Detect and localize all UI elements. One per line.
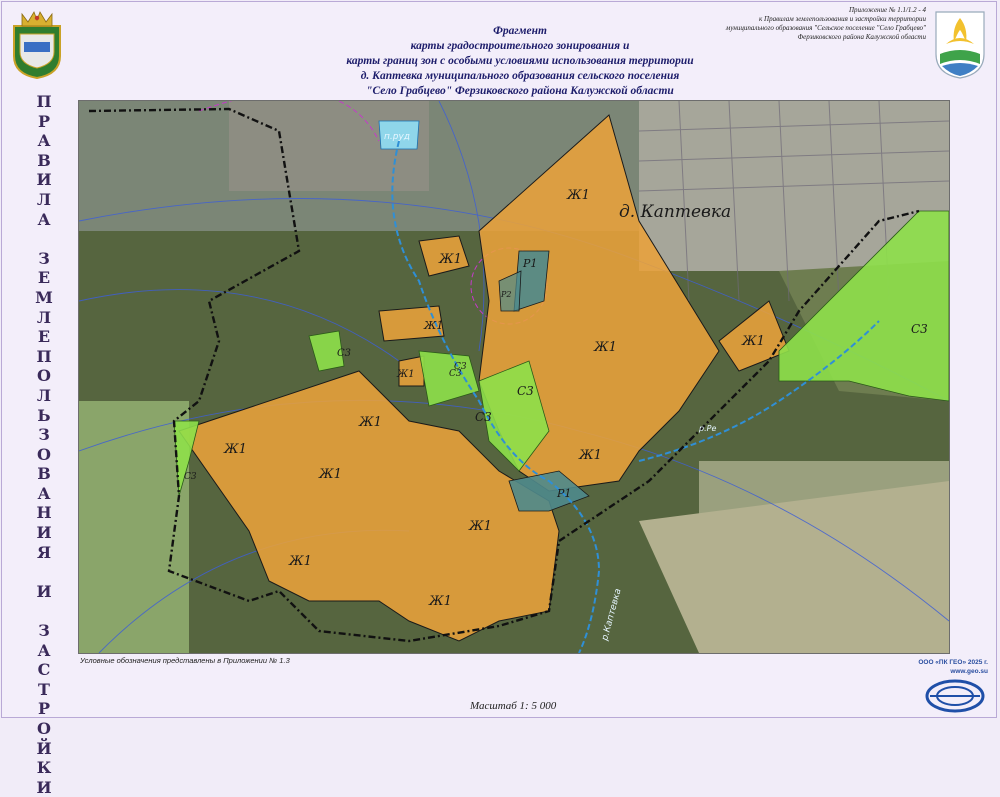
zone-label-s3: С3 [184,472,197,482]
zone-label-zh1: Ж1 [428,594,452,609]
zone-label-zh1: Ж1 [288,554,312,569]
zone-label-zh1: Ж1 [318,467,342,482]
zone-label-zh1: Ж1 [438,252,462,267]
side-title-letter: А [37,131,51,151]
side-title-letter: К [36,758,52,778]
side-title-letter: А [37,640,51,660]
vertical-side-title: ПРАВИЛА ЗЕМЛЕПОЛЬЗОВАНИЯ И ЗАСТРОЙКИ [30,92,58,797]
side-title-letter: П [36,92,52,111]
side-title-letter: З [38,621,50,641]
legend-note: Условные обозначения представлены в Прил… [80,656,290,665]
zone-label-r1: Р1 [522,257,537,270]
side-title-letter: И [36,581,52,601]
zone-label-s3: С3 [911,322,928,336]
pond-label: п.руд [384,132,410,142]
zone-label-zh1: Ж1 [358,415,382,430]
side-title-letter: Л [36,189,52,209]
zoning-map[interactable]: Ж1 Ж1 Ж1 Ж1 Ж1 Ж1 Ж1 Ж1 Ж1 Ж1 Ж1 Ж1 Ж1 Р… [78,100,950,654]
side-title-letter: М [35,287,53,307]
map-scale: Масштаб 1: 5 000 [470,700,557,712]
side-title-letter: П [36,346,52,366]
side-title-letter: О [37,719,51,738]
zone-label-zh1: Ж1 [468,519,492,534]
side-title-letter: Р [37,111,51,131]
company-info: ООО «ПК ГЕО» 2025 г. www.geo.su [918,658,988,676]
side-title-letter: И [36,170,52,190]
side-title-letter: Н [36,503,52,523]
village-emblem [932,8,988,80]
side-title-letter: А [37,209,51,229]
appendix-line: Приложение № 1.1/1.2 - 4 [849,6,926,14]
side-title-letter: В [37,464,51,484]
side-title-letter: Р [37,699,51,719]
side-title-letter: Ь [37,405,51,425]
side-title-letter: Т [38,679,50,699]
zone-label-s3: С3 [454,362,467,372]
zone-label-zh1: Ж1 [566,188,590,203]
side-title-letter: О [37,366,51,386]
zone-label-s3: С3 [475,410,492,424]
side-title-letter: Л [36,307,52,327]
zone-label-zh1: Ж1 [223,442,247,457]
river-label: р.Ре [698,424,716,433]
side-title-letter: З [38,248,50,268]
side-title-letter: О [37,444,51,464]
title-line: карты границ зон с особыми условиями исп… [346,55,694,67]
appendix-line: к Правилам землепользования и застройки … [759,15,926,23]
side-title-letter: С [37,660,51,680]
side-title-letter: Е [37,327,51,347]
title-line: "Село Грабцево" Ферзиковского района Кал… [366,85,674,97]
side-title-letter [30,601,58,621]
appendix-note: Приложение № 1.1/1.2 - 4 к Правилам земл… [636,6,926,42]
kaluga-region-emblem [8,8,66,80]
side-title-letter: В [37,150,51,170]
zone-label-s3: С3 [337,348,351,359]
side-title-letter [30,229,58,249]
zone-label-zh1: Ж1 [578,448,602,463]
side-title-letter [30,562,58,582]
appendix-line: Ферзиковского района Калужской области [797,33,926,41]
geo-company-logo [924,678,986,714]
zone-label-zh1: Ж1 [741,334,765,349]
appendix-line: муниципального образования "Сельское пос… [725,24,926,32]
village-label: д. Каптевка [619,202,731,222]
side-title-letter: И [36,523,52,543]
zone-label-zh1: Ж1 [396,369,415,380]
zone-label-s3: С3 [517,384,534,398]
company-url[interactable]: www.geo.su [918,667,988,676]
side-title-letter: И [36,777,52,797]
side-title-letter: Й [36,738,52,758]
title-line: д. Каптевка муниципального образования с… [360,70,680,82]
side-title-letter: А [37,483,51,503]
company-name: ООО «ПК ГЕО» 2025 г. [918,659,988,666]
side-title-letter: Я [36,542,52,562]
zone-label-r2: Р2 [500,290,511,299]
zone-label-r1: Р1 [556,487,571,500]
side-title-letter: Е [37,268,51,288]
side-title-letter: Л [36,385,52,405]
side-title-letter: З [38,425,50,445]
zone-label-zh1: Ж1 [593,340,617,355]
zone-label-zh1: Ж1 [423,319,443,332]
